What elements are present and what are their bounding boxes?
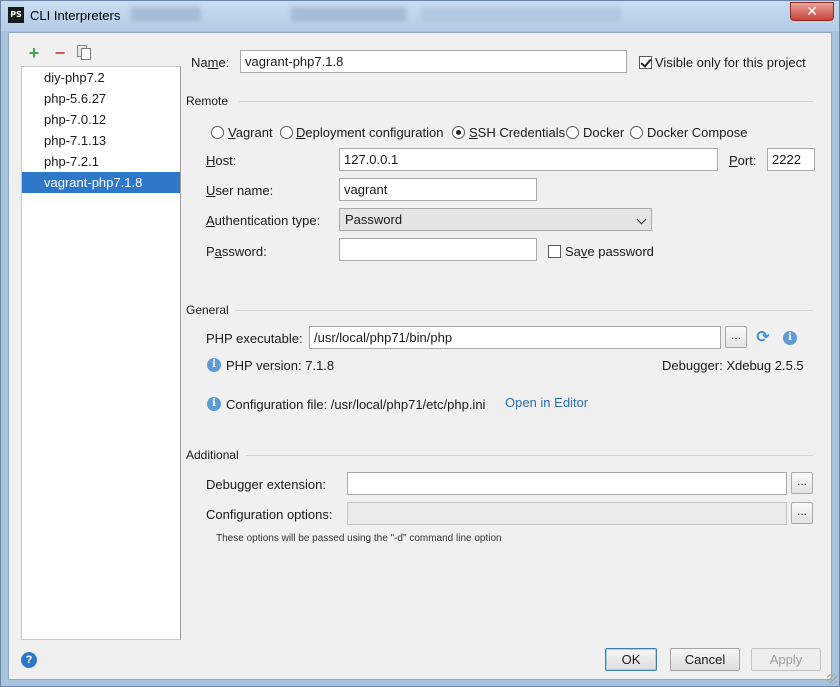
docker-radio[interactable]	[566, 126, 579, 139]
remote-section-title: Remote	[186, 94, 229, 108]
apply-button[interactable]: Apply	[751, 648, 821, 671]
docker-radio-label: Docker	[583, 125, 625, 140]
help-icon[interactable]: ?	[21, 652, 37, 668]
cancel-button[interactable]: Cancel	[670, 648, 740, 671]
visible-only-label: Visible only for this project	[655, 55, 806, 70]
background-window-title-blur	[421, 7, 621, 21]
php-executable-label: PHP executable:	[206, 331, 303, 346]
list-item-selected[interactable]: vagrant-php7.1.8	[22, 172, 180, 193]
add-interpreter-icon[interactable]: +	[25, 44, 43, 62]
debugger-extension-input[interactable]	[347, 472, 787, 495]
auth-type-label: Authentication type:	[206, 213, 321, 228]
phpstorm-app-icon: PS	[8, 7, 24, 23]
docker-compose-radio[interactable]	[630, 126, 643, 139]
additional-section-title: Additional	[186, 448, 239, 462]
interpreters-toolbar: + −	[21, 42, 181, 64]
interpreter-list: diy-php7.2 php-5.6.27 php-7.0.12 php-7.1…	[21, 66, 181, 640]
list-item[interactable]: php-7.1.13	[22, 130, 180, 151]
debugger-extension-label: Debugger extension:	[206, 477, 326, 492]
background-window-title-blur	[131, 7, 201, 21]
list-item[interactable]: php-7.0.12	[22, 109, 180, 130]
configuration-options-input[interactable]	[347, 502, 787, 525]
php-executable-input[interactable]: /usr/local/php71/bin/php	[309, 326, 721, 349]
vagrant-radio[interactable]	[211, 126, 224, 139]
name-label: Name:	[191, 55, 230, 70]
auth-type-select[interactable]: Password	[339, 208, 652, 231]
section-divider	[246, 455, 813, 456]
configuration-options-browse-button[interactable]: ...	[791, 502, 813, 524]
debugger-extension-browse-button[interactable]: ...	[791, 472, 813, 494]
section-divider	[235, 310, 813, 311]
open-in-editor-link[interactable]: Open in Editor	[505, 395, 588, 410]
ssh-credentials-radio[interactable]	[452, 126, 465, 139]
deployment-config-radio-label: Deployment configuration	[296, 125, 444, 140]
dialog-content: + − diy-php7.2 php-5.6.27 php-7.0.12 php…	[8, 32, 832, 680]
php-executable-browse-button[interactable]: ...	[725, 326, 747, 348]
remove-interpreter-icon[interactable]: −	[51, 44, 69, 62]
save-password-label: Save password	[565, 244, 654, 259]
vagrant-radio-label: Vagrant	[228, 125, 273, 140]
info-icon[interactable]: i	[783, 331, 797, 345]
window-title: CLI Interpreters	[30, 8, 121, 23]
list-item[interactable]: diy-php7.2	[22, 67, 180, 88]
background-window-title-blur	[291, 7, 406, 21]
configuration-options-label: Configuration options:	[206, 507, 333, 522]
close-window-button[interactable]: ✕	[790, 2, 834, 21]
info-icon: i	[207, 358, 221, 372]
title-bar: PS CLI Interpreters ✕	[1, 1, 839, 31]
save-password-checkbox[interactable]	[548, 245, 561, 258]
ssh-credentials-radio-label: SSH Credentials	[469, 125, 566, 140]
name-input[interactable]: vagrant-php7.1.8	[240, 50, 627, 73]
host-label: Host:	[206, 153, 237, 168]
deployment-config-radio[interactable]	[280, 126, 293, 139]
list-item[interactable]: php-5.6.27	[22, 88, 180, 109]
username-input[interactable]: vagrant	[339, 178, 537, 201]
port-input[interactable]: 2222	[767, 148, 815, 171]
password-label: Password:	[206, 244, 267, 259]
list-item[interactable]: php-7.2.1	[22, 151, 180, 172]
username-label: User name:	[206, 183, 274, 198]
host-input[interactable]: 127.0.0.1	[339, 148, 718, 171]
cli-interpreters-dialog: PS CLI Interpreters ✕ + − diy-php7.2 php…	[0, 0, 840, 687]
general-section-title: General	[186, 303, 229, 317]
php-version-text: PHP version: 7.1.8	[226, 358, 335, 373]
configuration-options-hint: These options will be passed using the "…	[216, 533, 502, 544]
auth-type-value: Password	[345, 212, 403, 227]
copy-interpreter-icon[interactable]	[77, 45, 93, 61]
chevron-down-icon	[636, 214, 647, 225]
config-file-text: Configuration file: /usr/local/php71/etc…	[226, 397, 486, 412]
reload-icon[interactable]: ⟳	[755, 330, 771, 346]
password-input[interactable]	[339, 238, 537, 261]
section-divider	[239, 101, 813, 102]
debugger-text: Debugger: Xdebug 2.5.5	[662, 358, 804, 373]
resize-grip[interactable]	[827, 674, 837, 684]
ok-button[interactable]: OK	[605, 648, 657, 671]
port-label: Port:	[729, 153, 757, 168]
visible-only-checkbox[interactable]	[639, 56, 652, 69]
docker-compose-radio-label: Docker Compose	[647, 125, 748, 140]
info-icon: i	[207, 397, 221, 411]
